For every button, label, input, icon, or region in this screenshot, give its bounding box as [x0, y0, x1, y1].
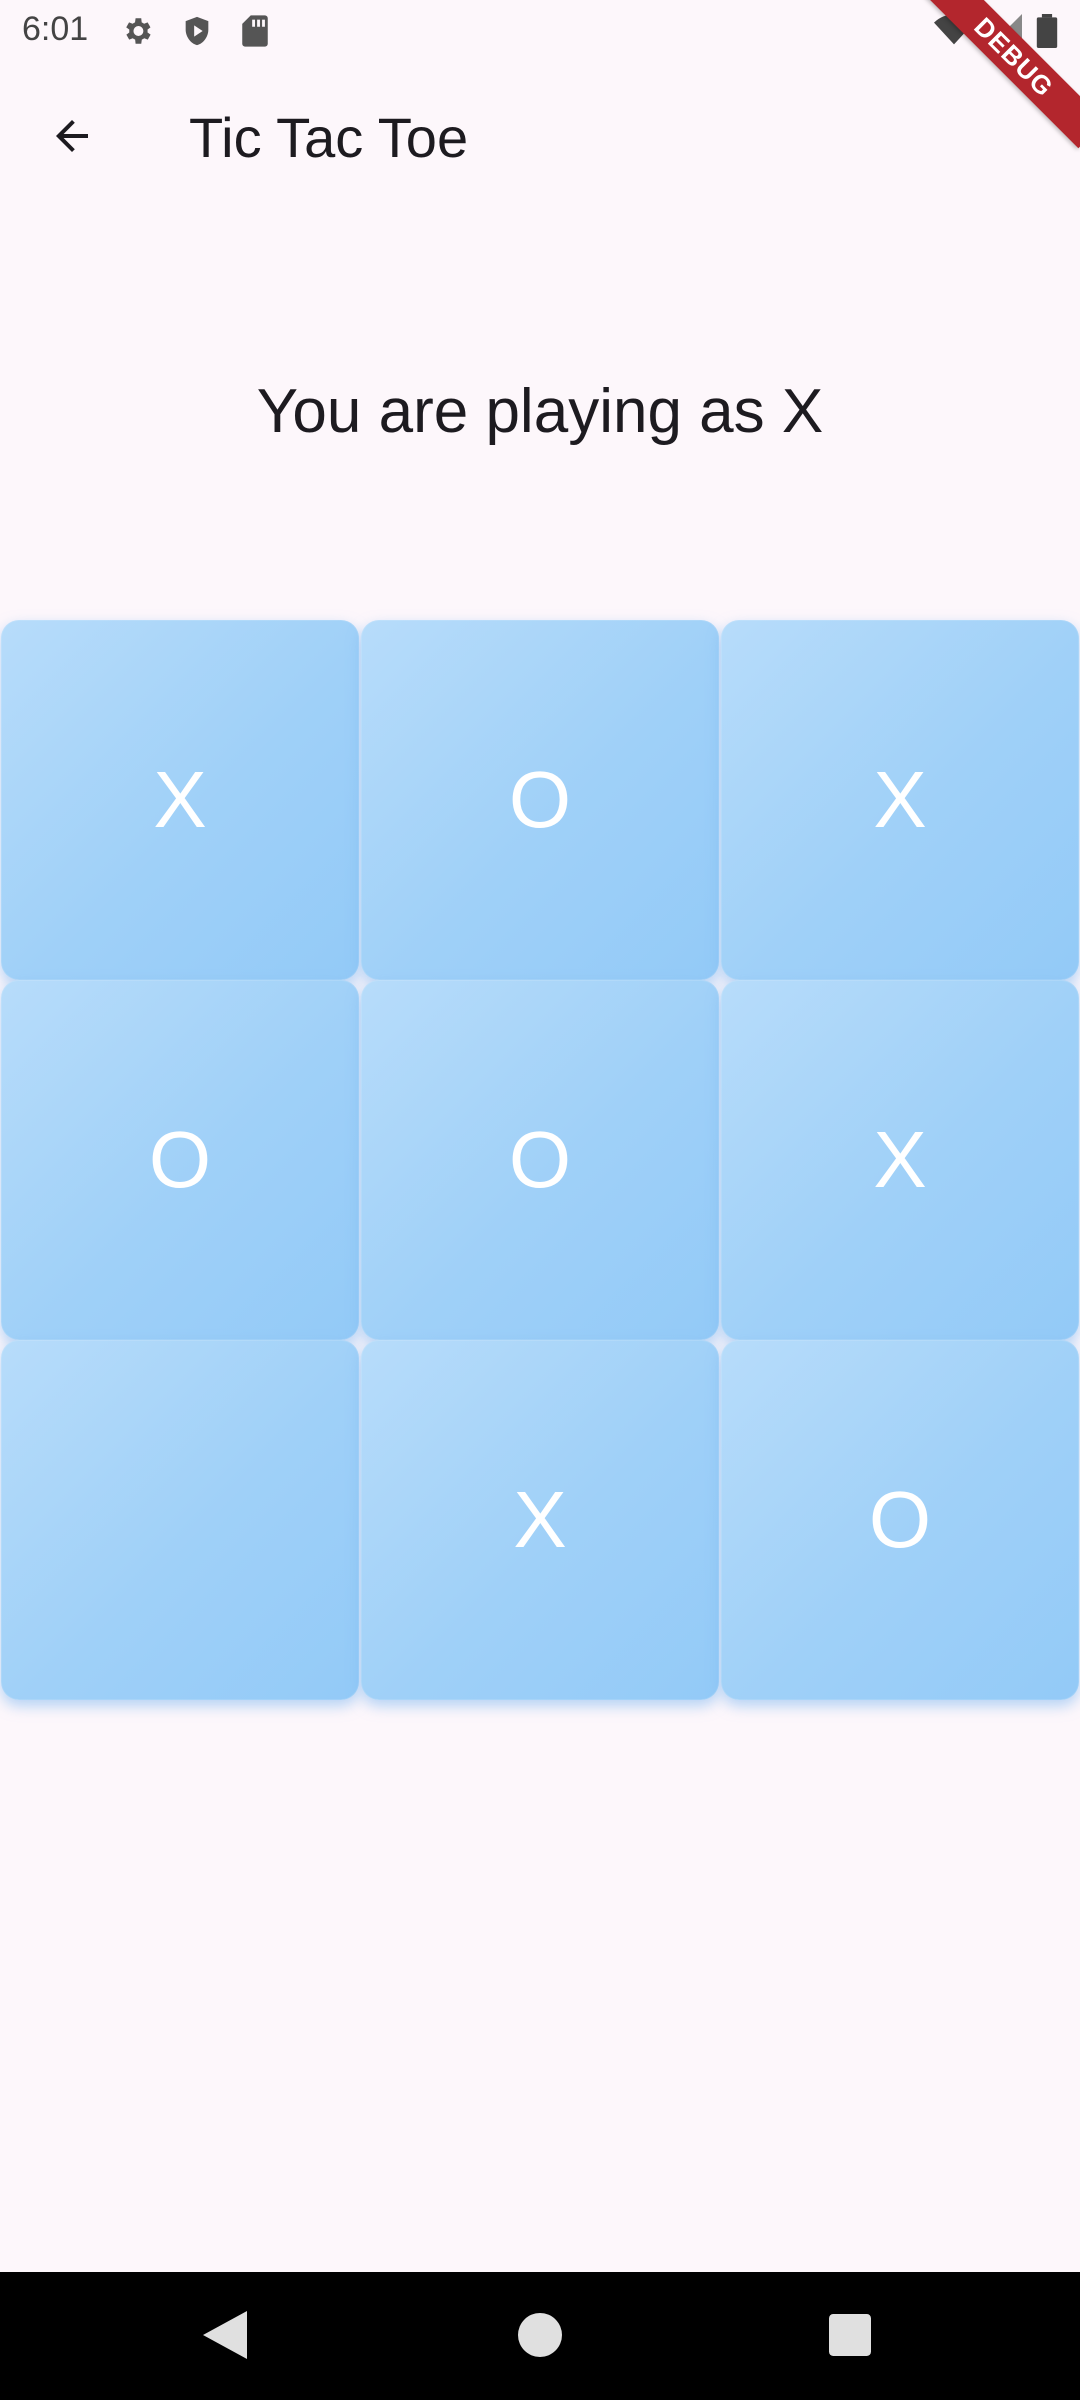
nav-recents-button[interactable] [815, 2302, 885, 2372]
board-cell[interactable]: O [721, 1340, 1079, 1700]
recents-square-icon [829, 2313, 871, 2361]
game-board: X O X O O X X O [0, 620, 1080, 1700]
board-cell[interactable]: X [1, 620, 359, 980]
board-cell[interactable]: O [361, 620, 719, 980]
status-bar: 6:01 DEBUG [0, 0, 1080, 149]
board-cell[interactable]: X [361, 1340, 719, 1700]
status-icons-left [120, 14, 270, 48]
gear-icon [120, 14, 154, 48]
nav-back-button[interactable] [190, 2302, 260, 2372]
board-cell[interactable]: O [1, 980, 359, 1340]
nav-home-button[interactable] [505, 2302, 575, 2372]
board-cell[interactable]: O [361, 980, 719, 1340]
page-title: Tic Tac Toe [189, 106, 469, 169]
board-cell[interactable]: X [721, 980, 1079, 1340]
player-message: You are playing as X [256, 377, 824, 446]
home-circle-icon [518, 2312, 562, 2362]
status-time: 6:01 [22, 10, 89, 48]
back-triangle-icon [203, 2310, 247, 2364]
system-nav-bar [0, 2272, 1080, 2400]
sd-card-icon [240, 14, 270, 48]
board-cell[interactable] [1, 1340, 359, 1700]
app-bar: Tic Tac Toe [0, 64, 1080, 208]
arrow-back-icon [48, 112, 96, 165]
battery-icon [1036, 14, 1058, 53]
shield-play-icon [180, 14, 214, 48]
board-cell[interactable]: X [721, 620, 1079, 980]
screen: 6:01 DEBUG Tic Tac Toe You are playing a… [0, 0, 1080, 2400]
back-button[interactable] [36, 102, 108, 174]
